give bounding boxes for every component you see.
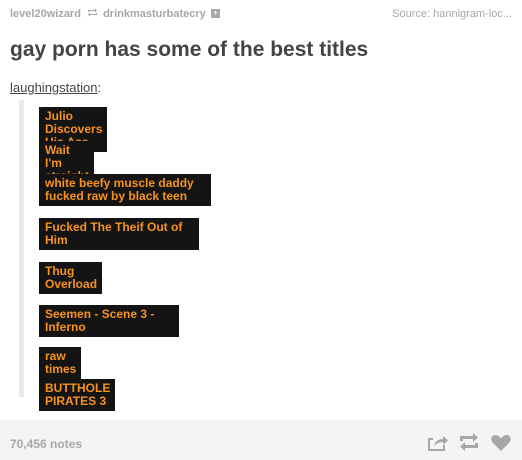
reblogger-link[interactable]: laughingstation xyxy=(10,80,97,95)
share-icon[interactable] xyxy=(426,432,448,452)
like-icon[interactable] xyxy=(490,432,512,452)
title-label: Seemen - Scene 3 - Inferno xyxy=(39,305,179,337)
source-link[interactable]: Source: hannigram-loc... xyxy=(392,8,512,20)
title-label: white beefy muscle daddy fucked raw by b… xyxy=(39,174,211,206)
title-label: Fucked The Theif Out of Him xyxy=(39,218,199,250)
author-link[interactable]: level20wizard xyxy=(10,8,81,20)
blockquote-bar xyxy=(19,100,24,397)
reblog-icon[interactable] xyxy=(458,432,480,452)
follow-plus-icon[interactable]: + xyxy=(210,9,220,18)
title-label: BUTTHOLE PIRATES 3 xyxy=(39,379,116,411)
post-header: level20wizard drinkmasturbatecry + Sourc… xyxy=(10,5,512,23)
reblogged-from-link[interactable]: drinkmasturbatecry xyxy=(103,8,206,20)
notes-count[interactable]: 70,456 notes xyxy=(10,437,82,451)
title-label: Thug Overload xyxy=(39,262,103,294)
reblog-arrow-icon xyxy=(84,8,100,20)
reblogger-colon: : xyxy=(97,80,102,95)
reblogger-line: laughingstation: xyxy=(10,80,101,95)
post-footer: 70,456 notes xyxy=(0,420,522,460)
reblog-trail: level20wizard drinkmasturbatecry + xyxy=(10,8,220,20)
post-title: gay porn has some of the best titles xyxy=(10,38,369,61)
title-label: raw times xyxy=(39,347,82,379)
